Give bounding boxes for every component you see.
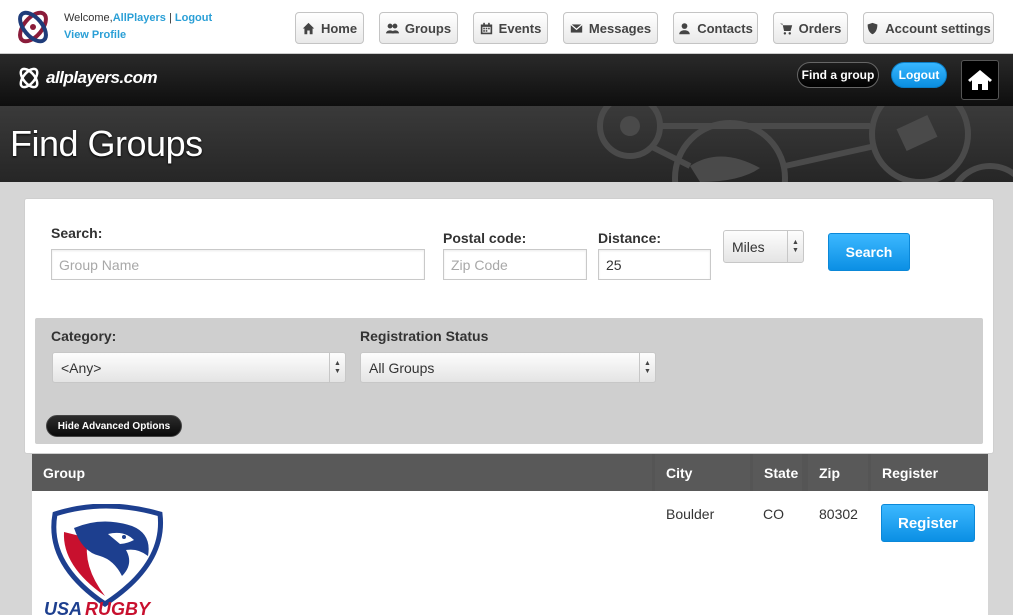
- view-profile-link[interactable]: View Profile: [64, 29, 126, 41]
- find-a-group-button[interactable]: Find a group: [797, 62, 879, 88]
- category-label: Category:: [51, 328, 117, 344]
- select-arrows-icon: ▲ ▼: [329, 353, 345, 382]
- account-settings-nav-label: Account settings: [885, 20, 991, 36]
- allplayers-logo-icon: [19, 67, 39, 89]
- group-name-input[interactable]: [51, 249, 425, 280]
- orders-nav-button[interactable]: Orders: [773, 12, 848, 44]
- svg-text:RUGBY: RUGBY: [85, 599, 152, 615]
- home-nav-button[interactable]: Home: [295, 12, 364, 44]
- registration-status-label: Registration Status: [360, 328, 489, 344]
- shield-icon: [867, 22, 878, 34]
- network-decoration-icon: [597, 106, 1013, 182]
- svg-text:USA: USA: [44, 599, 82, 615]
- separator: |: [168, 12, 172, 24]
- search-panel: Search: Postal code: Distance: Miles ▲▼ …: [24, 198, 994, 454]
- brand-name: allplayers.com: [46, 68, 158, 87]
- usa-rugby-logo-icon[interactable]: USA RUGBY: [42, 504, 168, 615]
- registration-status-value: All Groups: [369, 359, 435, 376]
- user-icon: [679, 22, 690, 34]
- cart-icon: [779, 23, 792, 35]
- contacts-nav-button[interactable]: Contacts: [673, 12, 758, 44]
- postal-code-label: Postal code:: [443, 230, 527, 246]
- search-label: Search:: [51, 225, 103, 241]
- header-state: State: [753, 454, 802, 491]
- city-cell: Boulder: [666, 506, 715, 522]
- events-nav-button[interactable]: Events: [473, 12, 548, 44]
- calendar-icon: [480, 22, 492, 34]
- table-header: Group City State Zip Register: [32, 454, 988, 491]
- select-arrows-icon: ▲ ▼: [787, 231, 803, 262]
- account-settings-nav-button[interactable]: Account settings: [863, 12, 994, 44]
- welcome-text: Welcome,: [64, 12, 113, 24]
- contacts-nav-label: Contacts: [697, 20, 753, 36]
- header-group: Group: [32, 454, 652, 491]
- select-arrows-icon: ▲ ▼: [639, 353, 655, 382]
- home-nav-label: Home: [320, 20, 358, 36]
- welcome-block: Welcome,AllPlayers | Logout View Profile: [64, 10, 212, 44]
- hide-advanced-options-button[interactable]: Hide Advanced Options: [46, 415, 182, 437]
- events-nav-label: Events: [498, 20, 542, 36]
- distance-label: Distance:: [598, 230, 662, 246]
- advanced-options: Category: <Any> ▲ ▼ Registration Status A…: [35, 318, 983, 444]
- results-table: Group City State Zip Register USA RUGBY …: [32, 454, 988, 615]
- category-select[interactable]: <Any> ▲ ▼: [52, 352, 346, 383]
- home-button[interactable]: [961, 60, 999, 100]
- home-icon: [302, 22, 315, 34]
- page-title: Find Groups: [10, 123, 203, 164]
- brand-logo[interactable]: allplayers.com: [16, 65, 158, 91]
- page-hero: Find Groups: [0, 106, 1013, 182]
- logout-link[interactable]: Logout: [175, 12, 212, 24]
- state-cell: CO: [763, 506, 784, 522]
- home-icon: [968, 70, 992, 90]
- messages-nav-button[interactable]: Messages: [563, 12, 658, 44]
- zip-cell: 80302: [819, 506, 858, 522]
- header-register: Register: [871, 454, 988, 491]
- zip-code-input[interactable]: [443, 249, 587, 280]
- header-city: City: [655, 454, 750, 491]
- registration-status-select[interactable]: All Groups ▲ ▼: [360, 352, 656, 383]
- distance-input[interactable]: [598, 249, 711, 280]
- messages-nav-label: Messages: [588, 20, 652, 36]
- top-bar: Welcome,AllPlayers | Logout View Profile…: [0, 0, 1013, 54]
- brand-bar: allplayers.com Find a group Logout: [0, 54, 1013, 106]
- groups-nav-button[interactable]: Groups: [379, 12, 458, 44]
- orders-nav-label: Orders: [798, 20, 842, 36]
- groups-nav-label: Groups: [404, 20, 452, 36]
- logout-button[interactable]: Logout: [891, 62, 947, 88]
- distance-unit-select[interactable]: Miles ▲ ▼: [723, 230, 804, 263]
- distance-unit-value: Miles: [732, 238, 765, 255]
- category-value: <Any>: [61, 359, 102, 376]
- users-icon: [385, 23, 399, 33]
- search-button[interactable]: Search: [828, 233, 910, 271]
- envelope-icon: [570, 23, 583, 33]
- allplayers-logo-icon[interactable]: [12, 5, 54, 49]
- register-button[interactable]: Register: [881, 504, 975, 542]
- username-link[interactable]: AllPlayers: [113, 12, 166, 24]
- header-zip: Zip: [808, 454, 868, 491]
